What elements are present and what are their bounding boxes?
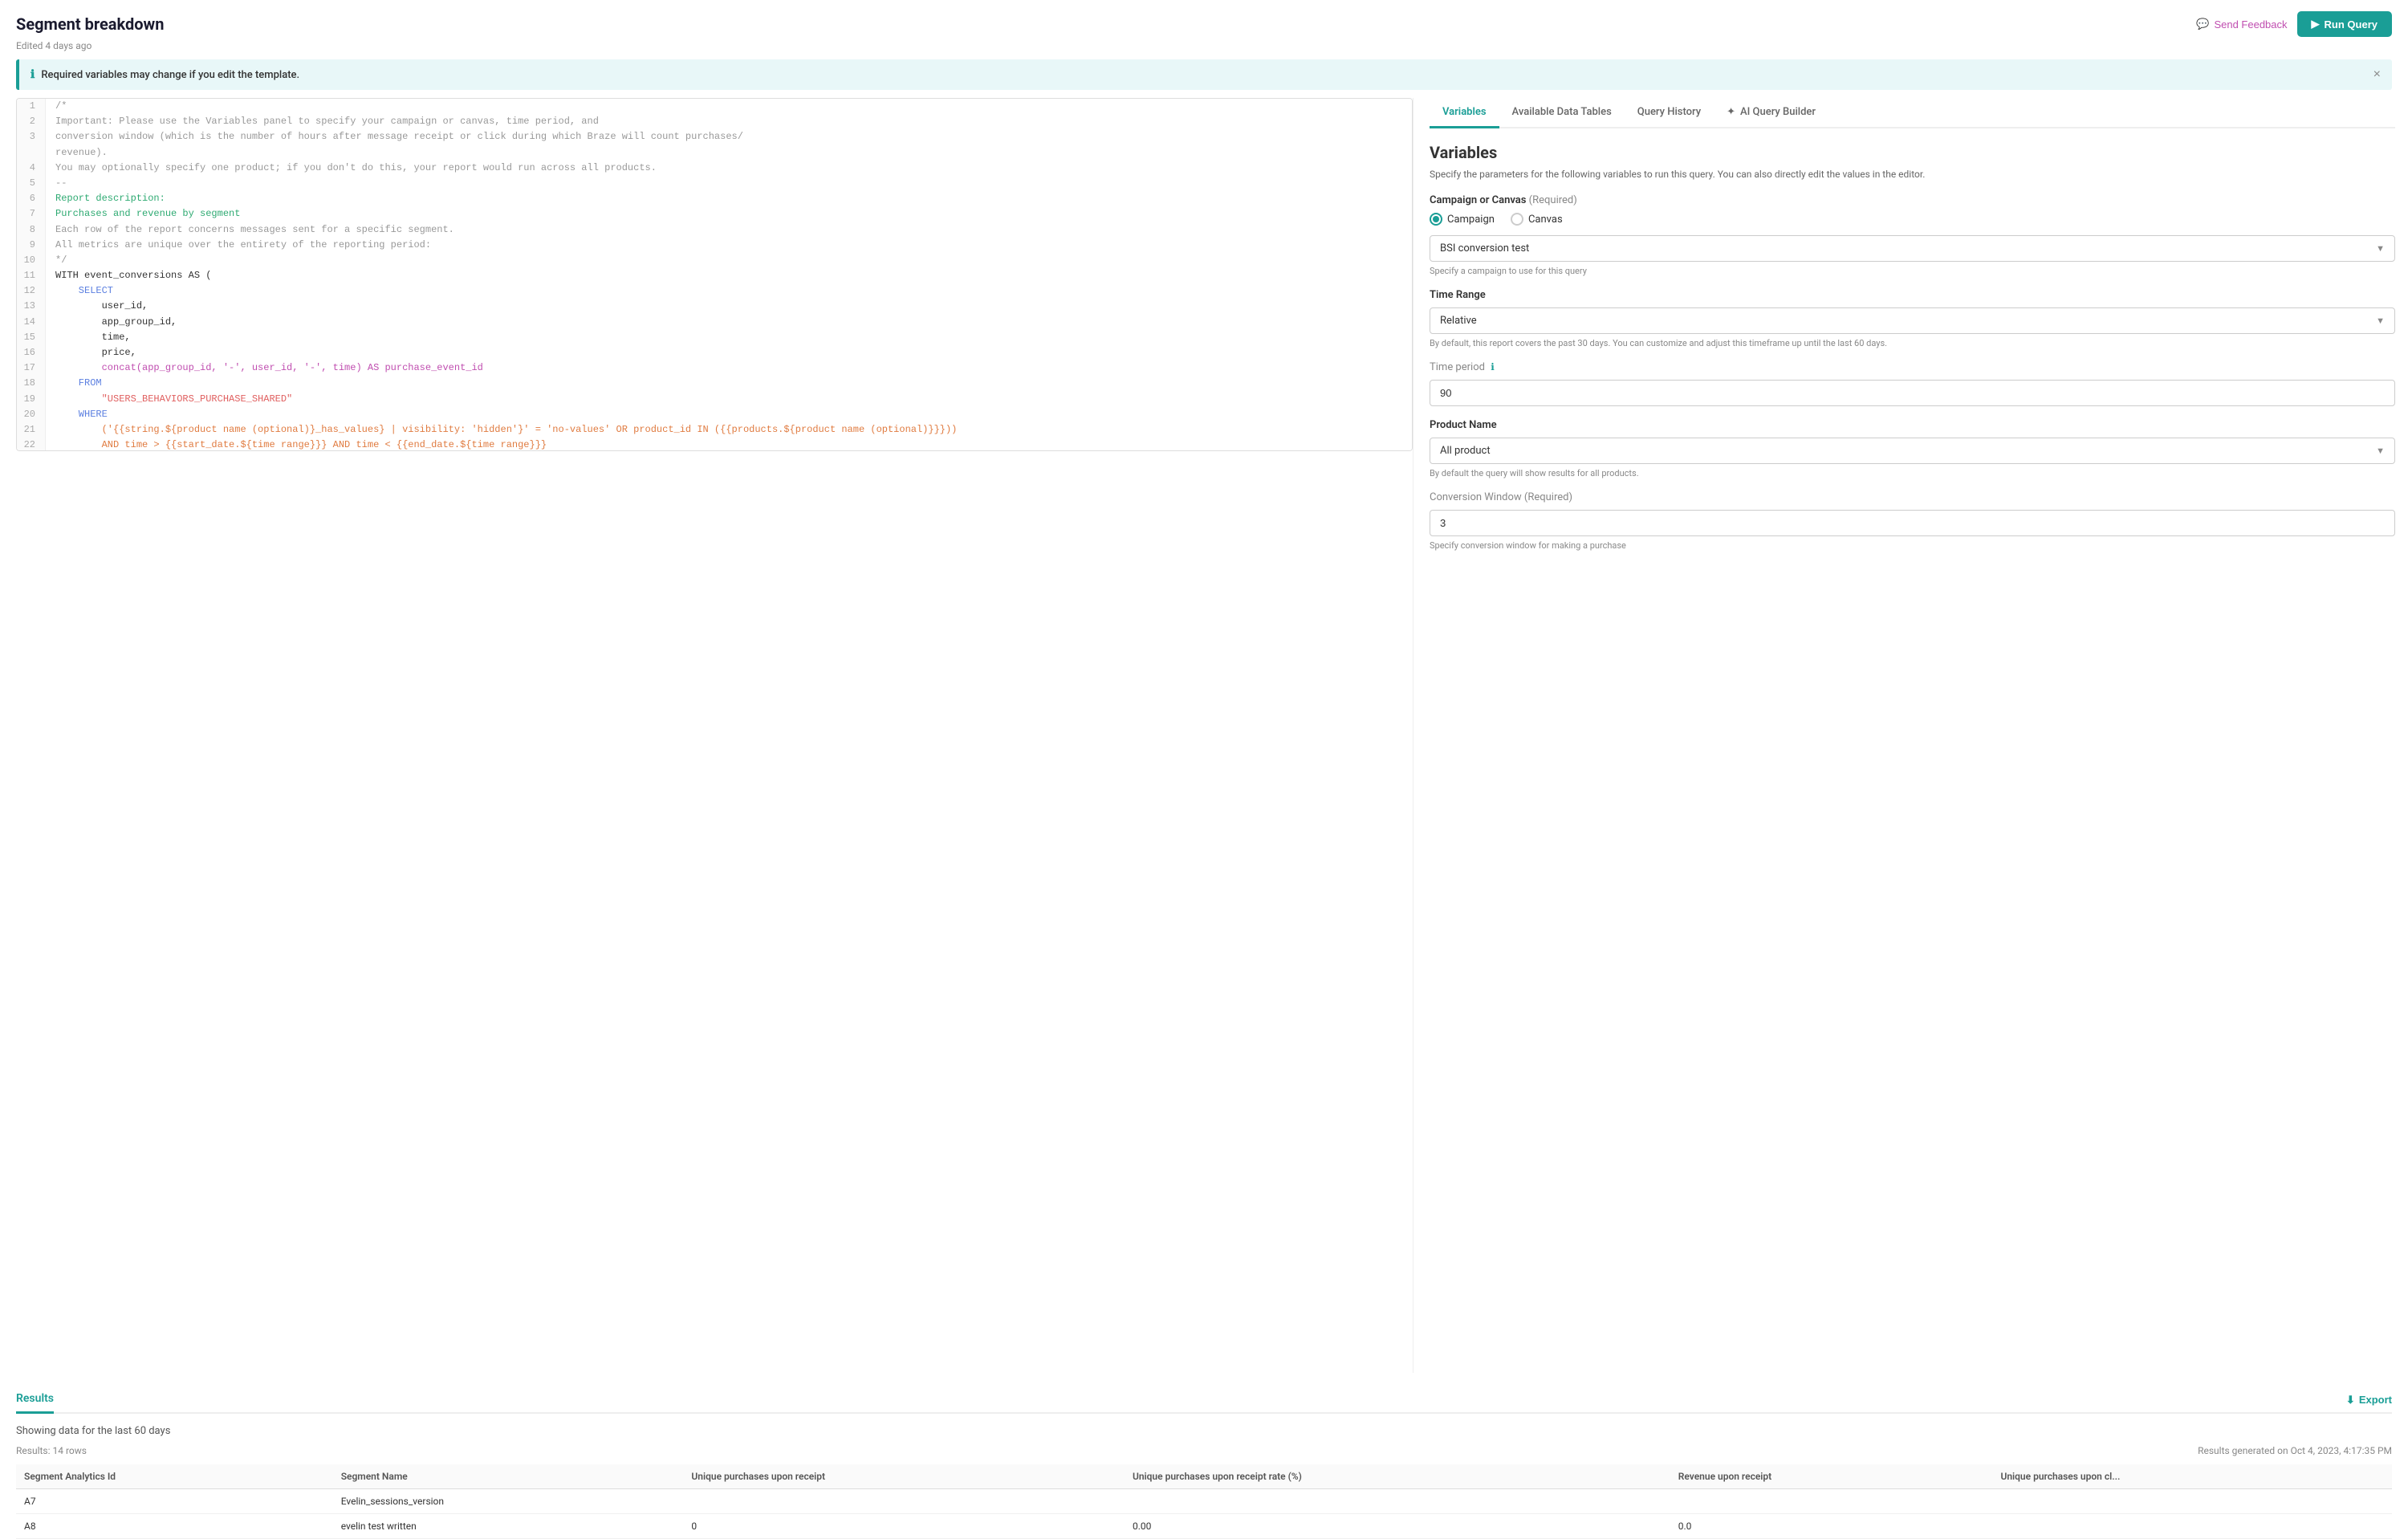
product-name-field: Product Name All product ▼ By default th… — [1430, 419, 2395, 478]
table-row: A8evelin test written00.000.0 — [16, 1514, 2392, 1539]
campaign-canvas-field: Campaign or Canvas (Required) Campaign C… — [1430, 194, 2395, 276]
time-period-input[interactable] — [1430, 380, 2395, 406]
product-name-chevron-icon: ▼ — [2376, 446, 2385, 456]
canvas-radio-circle — [1511, 213, 1523, 226]
col-unique-purchases: Unique purchases upon receipt — [683, 1464, 1125, 1489]
results-section: Results ⬇ Export Showing data for the la… — [0, 1373, 2408, 1539]
showing-text: Showing data for the last 60 days — [16, 1425, 2392, 1437]
campaign-canvas-label: Campaign or Canvas (Required) — [1430, 194, 2395, 206]
tab-query-history[interactable]: Query History — [1625, 98, 1714, 128]
feedback-icon: 💬 — [2196, 18, 2209, 31]
product-name-select[interactable]: All product ▼ — [1430, 438, 2395, 464]
time-range-hint: By default, this report covers the past … — [1430, 338, 2395, 348]
radio-group: Campaign Canvas — [1430, 213, 2395, 226]
page-subtitle: Edited 4 days ago — [0, 40, 2408, 59]
code-editor[interactable]: 1/*2Important: Please use the Variables … — [17, 99, 1412, 450]
time-period-label: Time period ℹ — [1430, 361, 2395, 373]
campaign-select[interactable]: BSI conversion test ▼ — [1430, 235, 2395, 262]
conversion-window-input[interactable] — [1430, 510, 2395, 536]
results-table: Segment Analytics Id Segment Name Unique… — [16, 1464, 2392, 1539]
col-unique-rate: Unique purchases upon receipt rate (%) — [1125, 1464, 1670, 1489]
variables-title: Variables — [1430, 143, 2395, 162]
table-row: A7Evelin_sessions_version — [16, 1489, 2392, 1514]
alert-close-button[interactable]: × — [2373, 67, 2381, 82]
tabs-row: Variables Available Data Tables Query Hi… — [1430, 98, 2395, 128]
tab-variables[interactable]: Variables — [1430, 98, 1499, 128]
info-icon: ℹ — [31, 68, 35, 81]
time-range-select[interactable]: Relative ▼ — [1430, 307, 2395, 334]
export-button[interactable]: ⬇ Export — [2346, 1386, 2392, 1414]
results-tab[interactable]: Results — [16, 1386, 54, 1414]
export-icon: ⬇ — [2346, 1394, 2355, 1407]
page-title: Segment breakdown — [16, 14, 164, 34]
play-icon: ▶ — [2312, 18, 2320, 31]
col-unique-cl: Unique purchases upon cl... — [1992, 1464, 2392, 1489]
variables-section: Variables Specify the parameters for the… — [1430, 143, 2395, 551]
campaign-radio-circle — [1430, 213, 1442, 226]
time-range-chevron-icon: ▼ — [2376, 316, 2385, 326]
right-panel: Variables Available Data Tables Query Hi… — [1413, 98, 2408, 1373]
results-count: Results: 14 rows — [16, 1445, 87, 1456]
results-tabs-row: Results ⬇ Export — [16, 1386, 2392, 1414]
campaign-hint: Specify a campaign to use for this query — [1430, 266, 2395, 276]
send-feedback-button[interactable]: 💬 Send Feedback — [2196, 18, 2287, 31]
conversion-window-field: Conversion Window (Required) Specify con… — [1430, 491, 2395, 551]
campaign-chevron-icon: ▼ — [2376, 243, 2385, 254]
product-name-hint: By default the query will show results f… — [1430, 468, 2395, 478]
campaign-radio[interactable]: Campaign — [1430, 213, 1495, 226]
time-range-field: Time Range Relative ▼ By default, this r… — [1430, 289, 2395, 348]
code-editor-panel: 1/*2Important: Please use the Variables … — [16, 98, 1413, 451]
alert-text: Required variables may change if you edi… — [41, 69, 299, 81]
col-segment-id: Segment Analytics Id — [16, 1464, 333, 1489]
tab-available-data-tables[interactable]: Available Data Tables — [1499, 98, 1625, 128]
col-segment-name: Segment Name — [333, 1464, 684, 1489]
alert-banner: ℹ Required variables may change if you e… — [16, 59, 2392, 90]
results-generated: Results generated on Oct 4, 2023, 4:17:3… — [2198, 1445, 2392, 1456]
conversion-window-label: Conversion Window (Required) — [1430, 491, 2395, 503]
table-header-row: Segment Analytics Id Segment Name Unique… — [16, 1464, 2392, 1489]
product-name-label: Product Name — [1430, 419, 2395, 431]
time-range-label: Time Range — [1430, 289, 2395, 301]
tab-ai-query-builder[interactable]: ✦ AI Query Builder — [1714, 98, 1828, 128]
conversion-window-hint: Specify conversion window for making a p… — [1430, 540, 2395, 551]
variables-description: Specify the parameters for the following… — [1430, 167, 2395, 181]
time-period-field: Time period ℹ — [1430, 361, 2395, 406]
ai-icon: ✦ — [1727, 106, 1735, 118]
run-query-button[interactable]: ▶ Run Query — [2297, 11, 2392, 37]
time-period-info-icon: ℹ — [1491, 361, 1495, 373]
col-revenue: Revenue upon receipt — [1670, 1464, 1993, 1489]
results-meta: Results: 14 rows Results generated on Oc… — [16, 1445, 2392, 1456]
canvas-radio[interactable]: Canvas — [1511, 213, 1563, 226]
